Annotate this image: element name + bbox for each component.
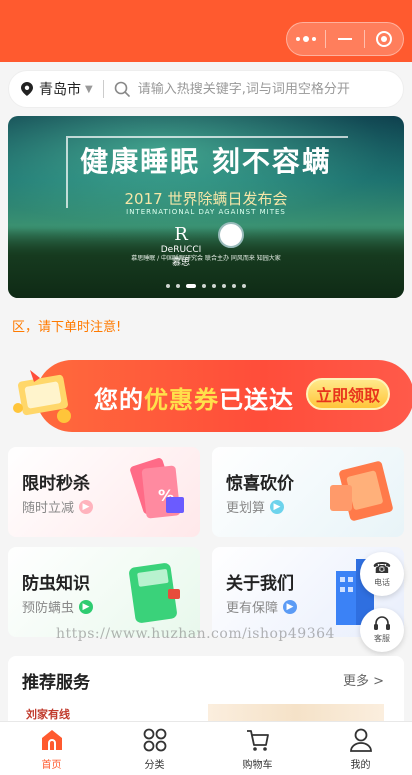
city-selector[interactable]: 青岛市	[39, 79, 81, 99]
bottom-tab-bar: 首页 分类 购物车 我的	[0, 721, 412, 775]
banner-footnote: 慕思睡眠 / 中国睡眠研究会 联合主办 同风而来 知园大家	[131, 255, 281, 262]
minimize-icon[interactable]	[326, 23, 364, 55]
customer-service-button[interactable]: 客服	[360, 608, 404, 652]
headset-icon	[374, 616, 390, 630]
phone-icon: ☎	[372, 559, 392, 577]
tab-cart[interactable]: 购物车	[206, 722, 309, 775]
notice-text: 区，请下单时注意!	[12, 320, 122, 335]
carousel-dot[interactable]	[166, 284, 170, 288]
tab-label: 购物车	[242, 760, 273, 771]
card-subtitle-text: 预防螨虫	[22, 601, 75, 616]
watermark: https://www.huzhan.com/ishop49364	[56, 626, 335, 642]
category-icon	[143, 728, 166, 752]
top-nav-bar	[0, 0, 412, 62]
more-dots-icon[interactable]	[287, 23, 325, 55]
card-title: 防虫知识	[22, 574, 90, 594]
home-icon	[41, 730, 62, 750]
tab-profile[interactable]: 我的	[309, 722, 412, 775]
claim-coupon-button[interactable]: 立即领取	[306, 378, 390, 410]
phone-label: 电话	[374, 578, 390, 587]
location-pin-icon[interactable]	[21, 82, 33, 96]
recommend-logo[interactable]: 刘家有线	[26, 706, 70, 722]
arrow-right-icon: ▶	[79, 599, 94, 614]
carousel-dot[interactable]	[222, 284, 226, 288]
card-title: 限时秒杀	[22, 474, 90, 494]
banner-subtitle-en: INTERNATIONAL DAY AGAINST MITES	[126, 208, 286, 216]
card-subtitle: 预防螨虫 ▶	[22, 597, 94, 616]
arrow-right-icon: ▶	[283, 599, 298, 614]
tab-label: 我的	[350, 760, 371, 771]
carousel-dot[interactable]	[242, 284, 246, 288]
coupon-text-pre: 您的	[94, 386, 144, 414]
search-input[interactable]	[137, 81, 391, 97]
carousel-dot[interactable]	[176, 284, 180, 288]
tab-label: 分类	[144, 760, 165, 771]
card-subtitle: 更划算 ▶	[226, 497, 285, 516]
carousel-indicators[interactable]	[8, 284, 404, 288]
banner-subtitle: 2017 世界除螨日发布会	[124, 190, 288, 208]
mini-program-capsule	[286, 22, 404, 56]
card-subtitle: 更有保障 ▶	[226, 597, 298, 616]
coupon-tickets-icon: %	[130, 458, 184, 519]
more-link[interactable]: 更多 >	[343, 670, 384, 689]
tab-category[interactable]: 分类	[103, 722, 206, 775]
carousel-dot[interactable]	[212, 284, 216, 288]
search-bar: 青岛市 ▼	[8, 70, 404, 108]
coupon-gift-icon	[13, 370, 71, 423]
notebook-icon	[129, 563, 180, 623]
coupon-message: 您的优惠券已送达	[94, 380, 294, 415]
search-divider	[102, 80, 104, 98]
service-label: 客服	[374, 634, 390, 643]
arrow-right-icon: ▶	[270, 499, 285, 514]
arrow-right-icon: ▶	[79, 499, 94, 514]
search-icon	[114, 81, 130, 97]
card-subtitle-text: 随时立减	[22, 501, 75, 516]
coupon-text-highlight: 优惠券	[144, 386, 219, 414]
coupon-banner[interactable]: 您的优惠券已送达 立即领取	[8, 358, 412, 434]
card-title: 惊喜砍价	[226, 474, 294, 494]
tab-label: 首页	[41, 760, 62, 771]
chevron-down-icon[interactable]: ▼	[85, 84, 93, 95]
target-close-icon[interactable]	[365, 23, 403, 55]
tab-home[interactable]: 首页	[0, 722, 103, 775]
card-flash-sale[interactable]: 限时秒杀 随时立减 ▶ %	[8, 447, 200, 537]
cart-icon	[246, 730, 269, 751]
coupon-text-post: 已送达	[219, 386, 294, 414]
card-subtitle-text: 更划算	[226, 501, 266, 516]
section-title: 推荐服务	[22, 673, 90, 693]
card-pest-knowledge[interactable]: 防虫知识 预防螨虫 ▶	[8, 547, 200, 637]
carousel-dot[interactable]	[232, 284, 236, 288]
card-bargain[interactable]: 惊喜砍价 更划算 ▶	[212, 447, 404, 537]
card-subtitle: 随时立减 ▶	[22, 497, 94, 516]
card-subtitle-text: 更有保障	[226, 601, 279, 616]
promo-banner[interactable]: 健康睡眠 刻不容螨 2017 世界除螨日发布会 INTERNATIONAL DA…	[8, 116, 404, 298]
banner-title: 健康睡眠 刻不容螨	[80, 145, 332, 178]
carousel-dot[interactable]	[202, 284, 206, 288]
phone-button[interactable]: ☎ 电话	[360, 552, 404, 596]
user-icon	[349, 728, 372, 752]
card-title: 关于我们	[226, 574, 294, 594]
price-tag-icon	[330, 461, 393, 521]
carousel-dot[interactable]	[186, 284, 196, 288]
seal-logo	[218, 222, 244, 248]
